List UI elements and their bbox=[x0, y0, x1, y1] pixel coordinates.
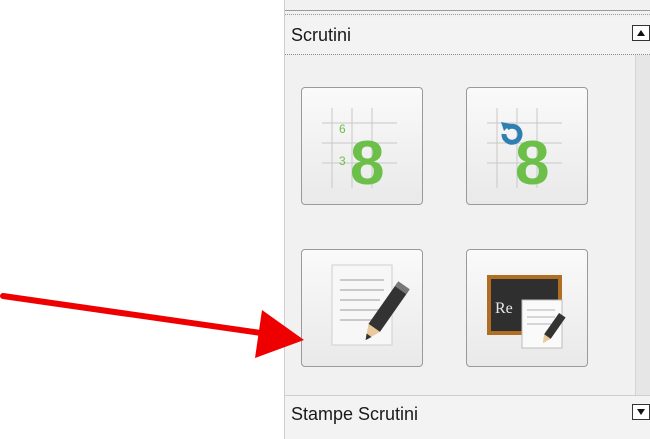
red-pointer-arrow-icon bbox=[0, 293, 304, 358]
